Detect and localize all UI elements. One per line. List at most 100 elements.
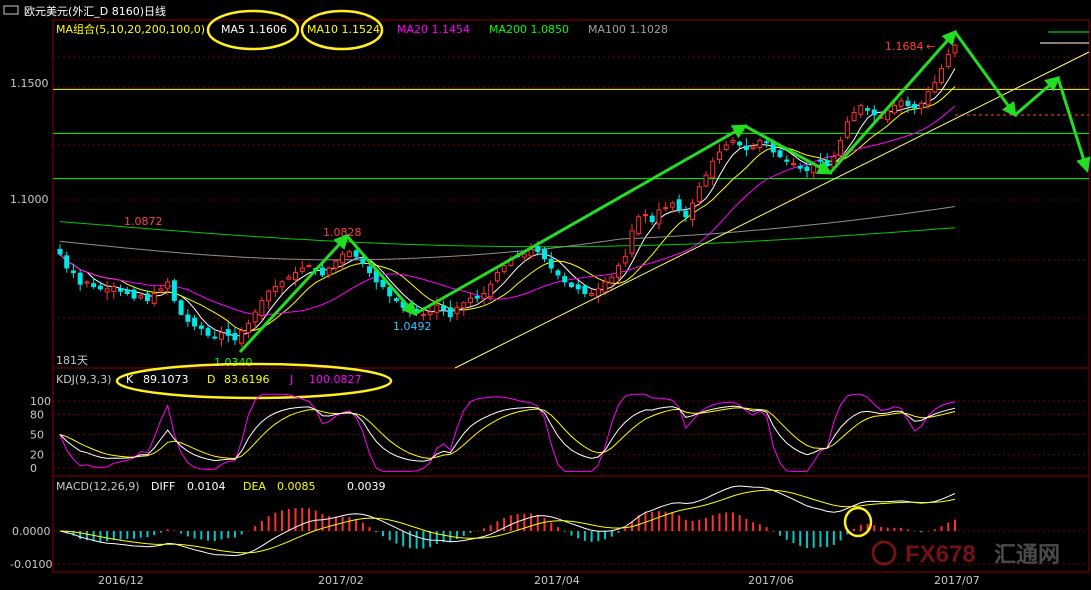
candle-body (932, 81, 938, 93)
macd-legend: MACD(12,26,9) DIFF 0.0104 DEA 0.0085 0.0… (56, 480, 386, 493)
kdj-k-value: 89.1073 (143, 373, 189, 386)
candle-body (535, 246, 541, 253)
ma100-line (59, 206, 956, 261)
time-label-4: 2017/06 (748, 574, 794, 587)
candle-body (494, 272, 500, 282)
title-bar: 欧元美元(外汇_D 8160)日线 (3, 4, 166, 18)
candle-body (542, 248, 548, 260)
candle-body (205, 328, 211, 336)
candle-body (151, 292, 157, 304)
candle-body (521, 253, 527, 258)
candle-body (111, 286, 117, 292)
trend-arrow (238, 233, 350, 354)
candle-body (333, 260, 339, 269)
candle-body (716, 151, 722, 160)
candle-body (925, 91, 931, 106)
ma-legend: MA组合(5,10,20,200,100,0) MA5 1.1606 MA10 … (56, 22, 668, 36)
ma10-label: MA10 1.1524 (307, 23, 380, 36)
candle-body (575, 284, 581, 290)
price-axis-label-2: 1.1000 (10, 193, 49, 206)
macd-dea-label: DEA (243, 480, 266, 493)
candle-body (865, 108, 871, 111)
candle-body (568, 282, 574, 288)
candle-body (64, 255, 70, 269)
candle-body (185, 314, 191, 322)
candle-body (420, 313, 426, 316)
candle-body (434, 304, 440, 313)
chart-canvas[interactable]: 欧元美元(外汇_D 8160)日线 MA组合(5,10,20,200,100,0… (0, 0, 1091, 590)
highlight-circle-macd-cross (843, 506, 873, 538)
kdj-axis-label: 50 (30, 429, 44, 442)
candle-body (858, 105, 864, 115)
candle-body (165, 281, 171, 289)
candle-body (743, 145, 749, 151)
candle-body (293, 272, 299, 281)
candle-body (669, 202, 675, 208)
macd-diff-label: DIFF (151, 480, 175, 493)
candle-body (212, 336, 218, 339)
candle-body (198, 325, 204, 329)
candle-body (252, 311, 258, 323)
candle-body (945, 54, 951, 67)
candle-body (501, 265, 507, 272)
candle-body (104, 288, 110, 293)
candle-body (602, 281, 608, 293)
candle-body (239, 330, 245, 344)
candle-body (589, 292, 595, 296)
price-axis-label-1: 1.1500 (10, 77, 49, 90)
candle-body (488, 283, 494, 298)
trend-arrow (1056, 77, 1091, 173)
kdj-axis-label: 100 (30, 395, 51, 408)
candle-body (891, 105, 897, 114)
candle-body (259, 299, 265, 316)
fx678-logo-icon (871, 540, 897, 566)
candle-body (474, 295, 480, 299)
window-restore-icon[interactable] (3, 5, 19, 15)
candle-body (266, 290, 272, 302)
candle-body (912, 103, 918, 109)
kdj-d-value: 83.6196 (224, 373, 270, 386)
candle-body (952, 44, 958, 54)
candle-body (326, 267, 332, 276)
candle-body (245, 323, 251, 334)
price-annotation: 1.0872 (124, 215, 163, 228)
candle-body (97, 285, 103, 290)
candle-body (764, 141, 770, 144)
candle-body (447, 307, 453, 318)
macd-value: 0.0039 (347, 480, 386, 493)
candle-body (817, 159, 823, 162)
kdj-d-label: D (207, 373, 215, 386)
watermark-text: FX678 (905, 541, 976, 568)
candle-body (750, 146, 756, 150)
candle-body (286, 276, 292, 280)
price-annotation-arrow: ← (926, 40, 935, 53)
candle-body (353, 250, 359, 257)
candle-body (91, 283, 97, 288)
candle-body (467, 297, 473, 303)
candle-body (454, 306, 460, 314)
candle-body (219, 332, 225, 340)
candle-body (582, 285, 588, 294)
candle-body (797, 165, 803, 169)
ma5-label: MA5 1.1606 (221, 23, 287, 36)
candle-body (138, 295, 144, 299)
candle-body (124, 289, 130, 294)
candle-body (171, 280, 177, 301)
candle-body (616, 265, 622, 278)
candle-body (804, 166, 810, 172)
candle-body (905, 100, 911, 107)
candle-body (790, 163, 796, 166)
macd-axis-neg: -0.0100 (10, 558, 52, 571)
candle-body (225, 329, 231, 336)
time-label-3: 2017/04 (534, 574, 580, 587)
candle-body (676, 199, 682, 211)
kdj-axis-label: 0 (30, 462, 37, 475)
candle-body (77, 272, 83, 285)
price-annotation: 1.0828 (323, 226, 362, 239)
candle-body (824, 160, 830, 167)
ma5-line (59, 68, 956, 337)
candle-body (380, 279, 386, 288)
ma200-label: MA200 1.0850 (489, 23, 569, 36)
time-label-2: 2017/02 (318, 574, 364, 587)
candle-body (663, 207, 669, 210)
